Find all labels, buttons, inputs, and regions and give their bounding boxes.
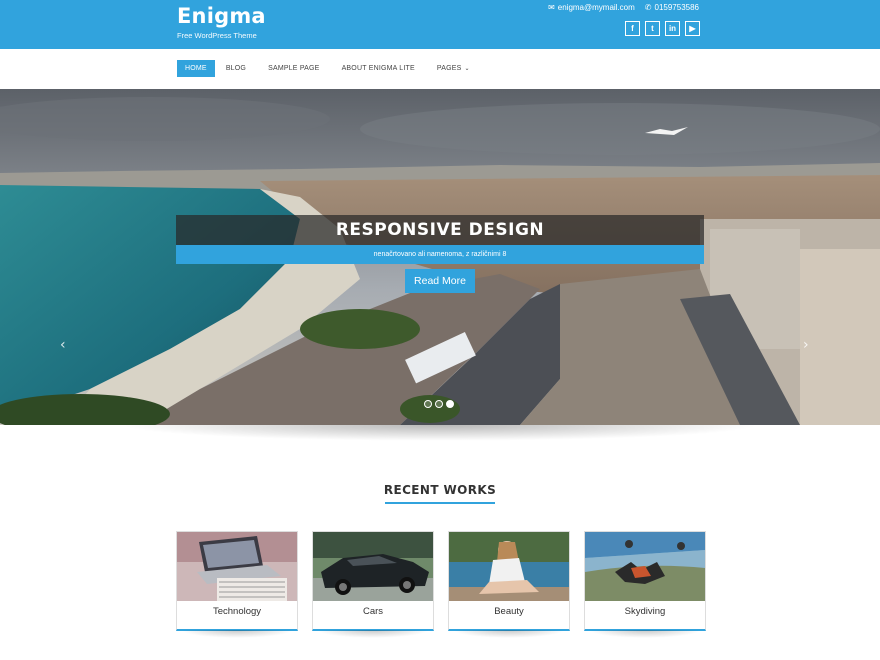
work-thumbnail — [585, 532, 705, 601]
heading-underline — [385, 502, 495, 504]
work-thumbnail — [449, 532, 569, 601]
slider-shadow — [120, 425, 760, 441]
slider-dot[interactable] — [424, 400, 432, 408]
twitter-icon[interactable]: t — [645, 21, 660, 36]
work-label: Cars — [362, 606, 384, 617]
nav-item-pages-label: PAGES — [436, 65, 462, 72]
nav-item-pages[interactable]: PAGES ⌄ — [426, 60, 481, 77]
slider-dot-active[interactable] — [446, 400, 454, 408]
top-header-bar: Enigma Free WordPress Theme ✉ enigma@myma… — [0, 0, 880, 49]
linkedin-icon[interactable]: in — [665, 21, 680, 36]
card-shadow — [317, 630, 429, 638]
site-branding: Enigma Free WordPress Theme — [177, 4, 266, 40]
work-card-cars[interactable]: Cars — [312, 531, 434, 638]
nav-item-about[interactable]: ABOUT ENIGMA LITE — [331, 60, 426, 77]
email-text: enigma@mymail.com — [557, 3, 635, 12]
work-card-technology[interactable]: Technology — [176, 531, 298, 638]
slider-indicators — [424, 400, 454, 408]
card-shadow — [589, 630, 701, 638]
main-navigation: HOME BLOG SAMPLE PAGE ABOUT ENIGMA LITE … — [0, 49, 880, 89]
slide-subtitle: nenačrtovano ali namenoma, z različnimi … — [176, 245, 704, 264]
work-label: Beauty — [494, 606, 524, 617]
social-links: f t in ▶ — [625, 21, 700, 36]
card-shadow — [453, 630, 565, 638]
contact-info: ✉ enigma@mymail.com ✆ 0159753586 — [548, 3, 699, 12]
work-label: Skydiving — [624, 606, 666, 617]
work-thumbnail — [313, 532, 433, 601]
phone-contact: ✆ 0159753586 — [645, 3, 699, 12]
phone-icon: ✆ — [644, 3, 652, 12]
slider-prev-arrow[interactable]: ‹ — [60, 337, 66, 353]
work-card-beauty[interactable]: Beauty — [448, 531, 570, 638]
youtube-icon[interactable]: ▶ — [685, 21, 700, 36]
work-label: Technology — [212, 606, 262, 617]
nav-item-home[interactable]: HOME — [177, 60, 215, 77]
email-contact[interactable]: ✉ enigma@mymail.com — [548, 3, 635, 12]
nav-item-blog[interactable]: BLOG — [215, 60, 257, 77]
slider-dot[interactable] — [435, 400, 443, 408]
site-title[interactable]: Enigma — [177, 4, 266, 28]
slide-title: RESPONSIVE DESIGN — [176, 215, 704, 245]
recent-works-grid: Technology Cars Beauty Skydiving — [176, 531, 706, 638]
slider-next-arrow[interactable]: › — [803, 337, 809, 353]
chevron-down-icon: ⌄ — [464, 66, 470, 72]
facebook-icon[interactable]: f — [625, 21, 640, 36]
nav-item-sample-page[interactable]: SAMPLE PAGE — [257, 60, 330, 77]
read-more-button[interactable]: Read More — [405, 269, 475, 293]
slide-caption: RESPONSIVE DESIGN nenačrtovano ali namen… — [176, 215, 704, 264]
work-thumbnail — [177, 532, 297, 601]
work-card-skydiving[interactable]: Skydiving — [584, 531, 706, 638]
site-tagline: Free WordPress Theme — [177, 31, 257, 40]
recent-works-heading: RECENT WORKS — [383, 483, 497, 497]
envelope-icon: ✉ — [548, 3, 555, 12]
phone-text: 0159753586 — [654, 3, 700, 12]
card-shadow — [181, 630, 293, 638]
